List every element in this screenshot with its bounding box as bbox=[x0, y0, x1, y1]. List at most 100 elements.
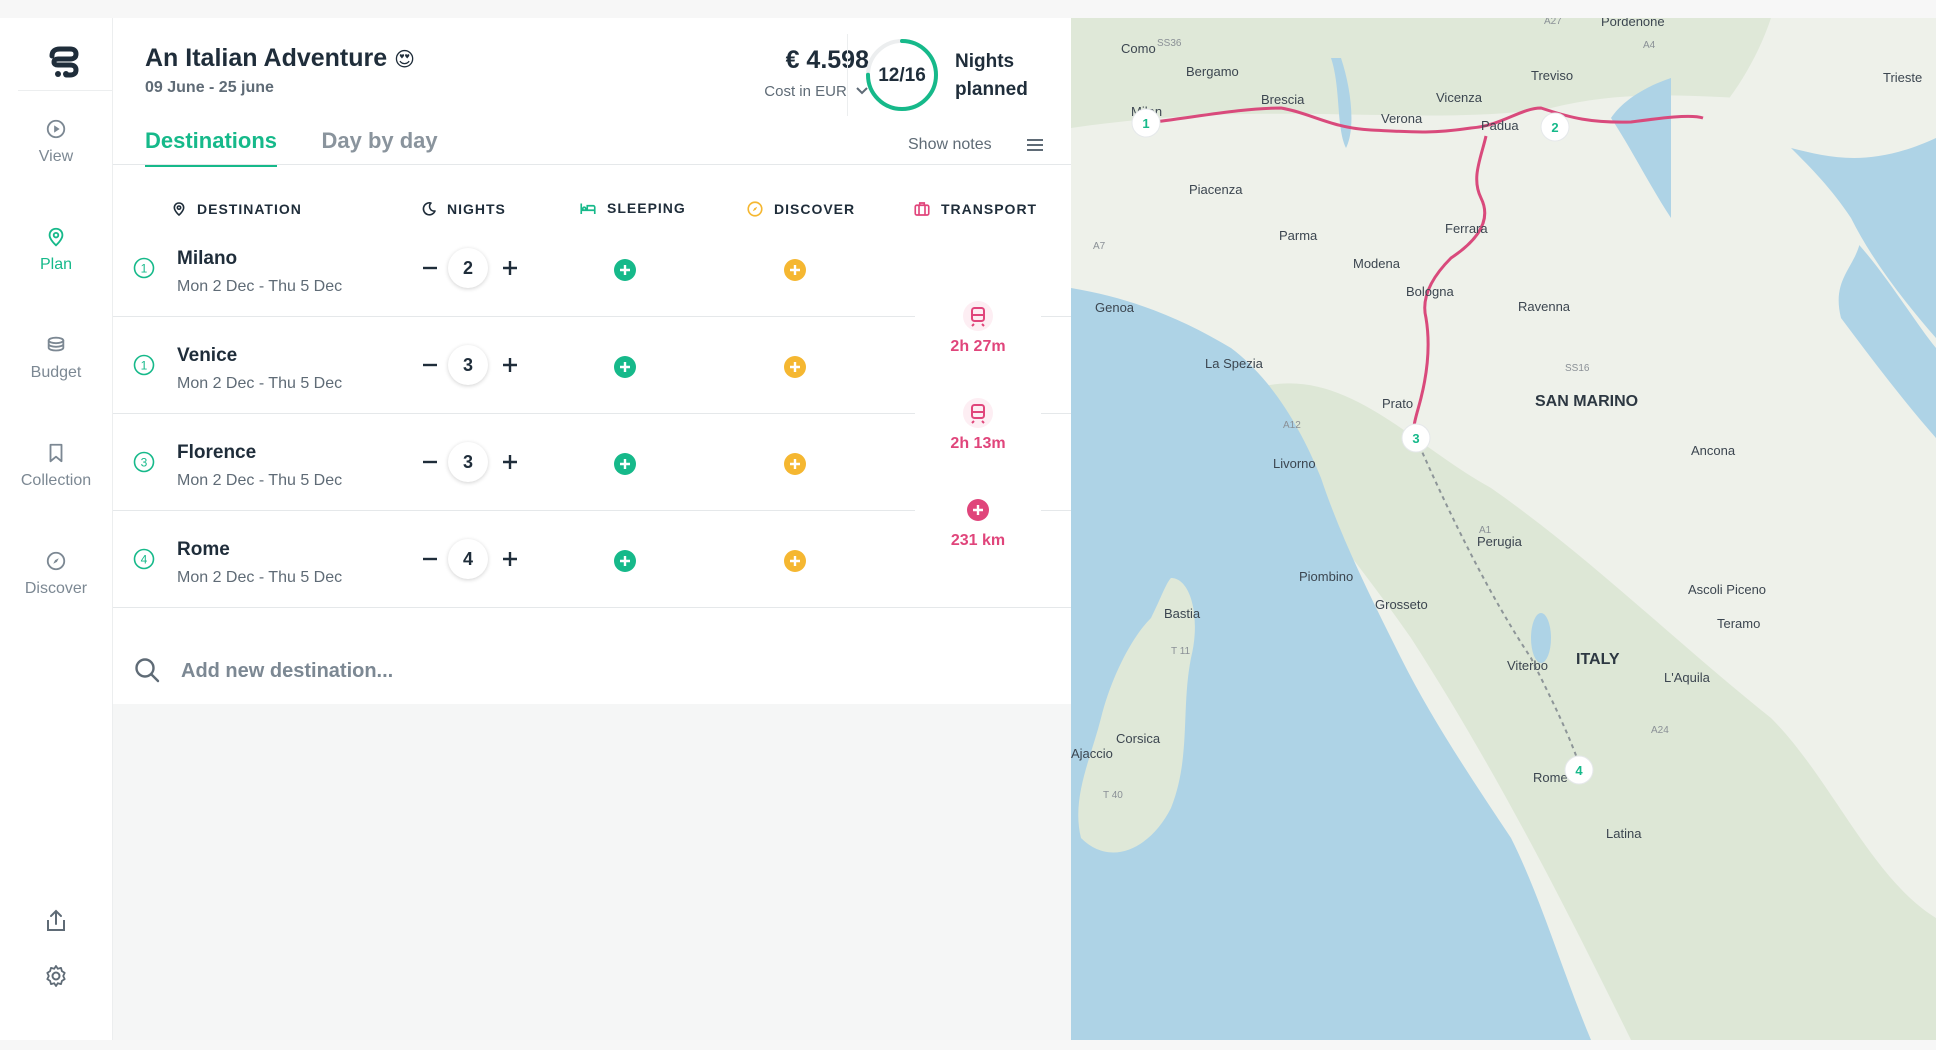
train-icon bbox=[963, 398, 993, 428]
divider bbox=[113, 164, 1071, 165]
plus-icon[interactable] bbox=[498, 450, 522, 474]
city-label: Ravenna bbox=[1518, 299, 1571, 314]
show-notes-button[interactable]: Show notes bbox=[908, 136, 992, 154]
svg-text:A12: A12 bbox=[1283, 420, 1301, 431]
nights-value: 4 bbox=[448, 539, 488, 579]
bookmark-icon bbox=[49, 443, 63, 463]
add-sleeping-button[interactable] bbox=[613, 258, 637, 282]
sidebar-item-view[interactable]: View bbox=[0, 118, 112, 166]
add-sleeping-button[interactable] bbox=[613, 452, 637, 476]
currency-select[interactable]: Cost in EUR bbox=[693, 83, 869, 100]
destination-number-badge: 4 bbox=[133, 548, 155, 570]
city-label: Piombino bbox=[1299, 569, 1353, 584]
sidebar-item-label: Discover bbox=[24, 580, 88, 597]
minus-icon[interactable] bbox=[418, 450, 442, 474]
map-pin-icon bbox=[173, 202, 185, 217]
column-header-label: NIGHTS bbox=[447, 201, 506, 217]
minus-icon[interactable] bbox=[418, 547, 442, 571]
plus-icon[interactable] bbox=[498, 256, 522, 280]
plan-panel: An Italian Adventure 😍 09 June - 25 june… bbox=[113, 18, 1071, 704]
add-sleeping-button[interactable] bbox=[613, 549, 637, 573]
destination-number-badge: 1 bbox=[133, 257, 155, 279]
header-divider bbox=[847, 34, 848, 116]
city-label: Trieste bbox=[1883, 70, 1922, 85]
map-marker-1[interactable]: 1 bbox=[1131, 108, 1161, 138]
svg-text:A24: A24 bbox=[1651, 725, 1669, 736]
svg-text:T 40: T 40 bbox=[1103, 790, 1123, 801]
svg-text:SS36: SS36 bbox=[1157, 38, 1182, 49]
map-marker-3[interactable]: 3 bbox=[1401, 423, 1431, 453]
city-label: L'Aquila bbox=[1664, 670, 1711, 685]
column-header-label: SLEEPING bbox=[607, 200, 686, 216]
sidebar-item-discover[interactable]: Discover bbox=[0, 550, 112, 598]
row-divider bbox=[113, 607, 1071, 608]
sidebar-item-label: View bbox=[38, 148, 74, 165]
nights-planned-label: Nights planned bbox=[955, 48, 1028, 104]
nights-stepper: 3 bbox=[418, 442, 528, 484]
route-map[interactable]: Como Bergamo Milan Brescia Verona Vicenz… bbox=[1071, 18, 1936, 1040]
map-marker-4[interactable]: 4 bbox=[1564, 755, 1594, 785]
minus-icon[interactable] bbox=[418, 256, 442, 280]
tab-day-by-day[interactable]: Day by day bbox=[321, 128, 437, 164]
sidebar-divider bbox=[18, 90, 112, 91]
cost-value: € 4.598 bbox=[785, 46, 869, 74]
column-header-label: TRANSPORT bbox=[941, 201, 1038, 217]
column-header-transport: TRANSPORT bbox=[913, 200, 1037, 218]
city-label: Viterbo bbox=[1507, 658, 1548, 673]
city-label: Livorno bbox=[1273, 456, 1316, 471]
nights-stepper: 2 bbox=[418, 248, 528, 290]
share-button[interactable] bbox=[0, 908, 112, 939]
sidebar-item-collection[interactable]: Collection bbox=[0, 442, 112, 490]
trip-dates: 09 June - 25 june bbox=[145, 79, 274, 96]
svg-text:3: 3 bbox=[1412, 431, 1419, 446]
map-marker-2[interactable]: 2 bbox=[1540, 112, 1570, 142]
city-label: Teramo bbox=[1717, 616, 1760, 631]
compass-icon bbox=[46, 551, 66, 571]
city-label: ITALY bbox=[1576, 651, 1620, 668]
minus-icon[interactable] bbox=[418, 353, 442, 377]
add-transport-button[interactable]: 231 km bbox=[915, 494, 1041, 550]
transport-segment[interactable]: 2h 13m bbox=[915, 397, 1041, 453]
column-header-label: DESTINATION bbox=[197, 201, 302, 217]
sidebar-item-plan[interactable]: Plan bbox=[0, 226, 112, 274]
share-icon bbox=[47, 909, 65, 931]
add-discover-button[interactable] bbox=[783, 452, 807, 476]
add-discover-button[interactable] bbox=[783, 355, 807, 379]
svg-text:SS16: SS16 bbox=[1565, 363, 1590, 374]
city-label: Rome bbox=[1533, 770, 1568, 785]
add-sleeping-button[interactable] bbox=[613, 355, 637, 379]
svg-text:4: 4 bbox=[141, 553, 148, 567]
svg-text:2: 2 bbox=[1551, 120, 1558, 135]
sidebar-item-budget[interactable]: Budget bbox=[0, 334, 112, 382]
page-title: An Italian Adventure 😍 bbox=[145, 44, 415, 73]
city-label: Vicenza bbox=[1436, 90, 1483, 105]
add-discover-button[interactable] bbox=[783, 549, 807, 573]
add-discover-button[interactable] bbox=[783, 258, 807, 282]
coins-icon bbox=[47, 336, 65, 352]
nights-stepper: 4 bbox=[418, 539, 528, 581]
city-label: Grosseto bbox=[1375, 597, 1428, 612]
city-label: Treviso bbox=[1531, 68, 1573, 83]
search-icon bbox=[135, 658, 160, 683]
add-destination-input[interactable] bbox=[179, 652, 783, 690]
settings-button[interactable] bbox=[0, 964, 112, 993]
city-label: Bologna bbox=[1406, 284, 1454, 299]
transport-segment[interactable]: 2h 27m bbox=[915, 300, 1041, 356]
nights-label-line2: planned bbox=[955, 79, 1028, 100]
column-header-label: DISCOVER bbox=[774, 201, 856, 217]
column-header-nights: NIGHTS bbox=[421, 200, 506, 218]
plus-icon[interactable] bbox=[498, 353, 522, 377]
svg-text:4: 4 bbox=[1575, 763, 1583, 778]
app-logo-icon[interactable] bbox=[44, 42, 84, 82]
map-canvas[interactable]: Como Bergamo Milan Brescia Verona Vicenz… bbox=[1071, 18, 1936, 1040]
column-header-discover: DISCOVER bbox=[746, 200, 855, 218]
tab-destinations[interactable]: Destinations bbox=[145, 128, 278, 167]
city-label: Ancona bbox=[1691, 443, 1736, 458]
menu-icon[interactable] bbox=[1025, 136, 1045, 154]
trip-emoji: 😍 bbox=[394, 49, 415, 71]
destination-dates: Mon 2 Dec - Thu 5 Dec bbox=[177, 278, 343, 295]
city-label: Pordenone bbox=[1601, 18, 1665, 29]
plus-icon[interactable] bbox=[498, 547, 522, 571]
currency-label: Cost in EUR bbox=[764, 83, 847, 100]
svg-text:3: 3 bbox=[141, 456, 148, 470]
